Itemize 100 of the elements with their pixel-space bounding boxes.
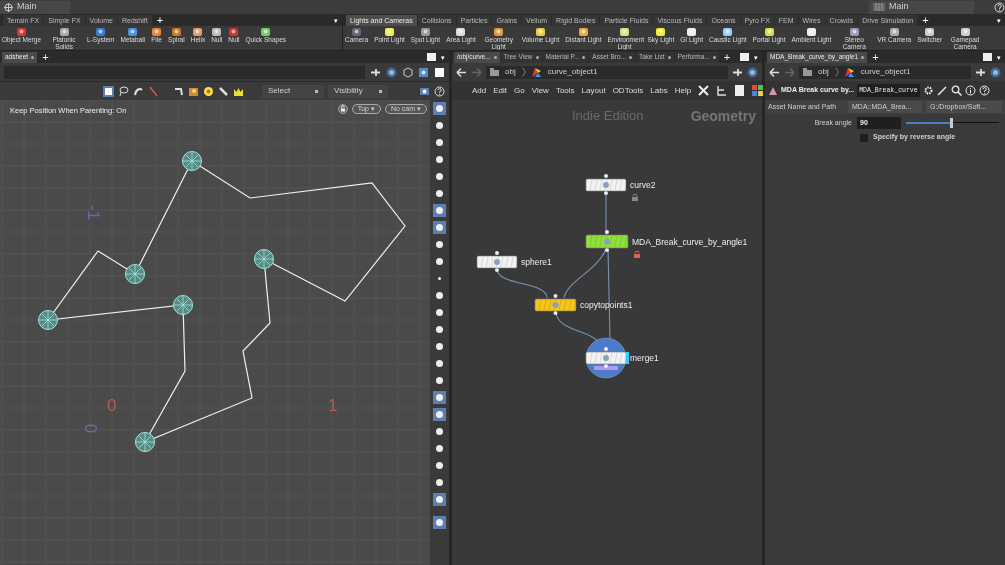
tool-icon[interactable] <box>16 27 27 37</box>
add-tab-button[interactable]: + <box>38 51 53 63</box>
search-icon[interactable] <box>950 85 962 96</box>
tool-icon[interactable] <box>763 27 775 37</box>
node-label: curve2 <box>630 180 656 190</box>
menu-item[interactable]: Tools <box>555 84 575 97</box>
note-icon[interactable] <box>734 85 746 96</box>
slider-thumb[interactable] <box>949 118 953 128</box>
help-icon[interactable] <box>434 85 445 97</box>
asset-icon <box>768 85 778 96</box>
tool-icon[interactable] <box>619 27 630 37</box>
tool-icon[interactable] <box>95 27 107 37</box>
crown-icon[interactable] <box>233 85 244 97</box>
node-label: merge1 <box>630 353 659 363</box>
menu-item[interactable]: ODTools <box>612 84 644 97</box>
node[interactable] <box>585 337 629 379</box>
info-icon[interactable] <box>964 85 976 96</box>
tool-icon[interactable] <box>151 27 163 37</box>
scene-icon[interactable] <box>418 66 429 78</box>
link-icon[interactable] <box>386 66 397 78</box>
tool-icon[interactable] <box>260 27 272 37</box>
close-icon[interactable] <box>861 55 865 59</box>
axis-label: 0 <box>82 423 100 434</box>
add-tab-button[interactable]: + <box>719 51 735 63</box>
tool-icon[interactable] <box>455 27 467 37</box>
tool-icon[interactable] <box>848 27 860 37</box>
tool-icon[interactable] <box>535 27 547 37</box>
chevron-icon <box>834 67 839 77</box>
tool-icon[interactable] <box>351 27 363 37</box>
close-icon[interactable] <box>628 55 632 59</box>
tree-icon[interactable] <box>716 85 728 96</box>
node[interactable] <box>534 294 577 315</box>
menu-item[interactable]: Layout <box>581 84 606 97</box>
close-icon[interactable] <box>31 55 35 59</box>
path-field[interactable]: obj curve_object1 <box>799 65 971 79</box>
back-arrow-icon[interactable] <box>769 66 780 78</box>
menu-item[interactable]: View <box>531 84 549 97</box>
close-icon[interactable] <box>493 55 497 59</box>
pose-icon[interactable] <box>173 85 184 97</box>
tool-icon[interactable] <box>58 27 70 37</box>
help-icon[interactable] <box>978 85 990 96</box>
tool-icon[interactable] <box>959 27 971 37</box>
caret-icon <box>379 89 382 93</box>
add-tab-button[interactable]: + <box>918 15 933 26</box>
checkbox[interactable] <box>860 133 868 142</box>
circle-icon[interactable] <box>433 476 446 489</box>
node[interactable] <box>476 251 519 272</box>
node[interactable] <box>585 230 629 252</box>
object-icon <box>844 67 855 77</box>
display-options-icon[interactable] <box>419 85 430 97</box>
add-tab-button[interactable]: + <box>868 51 883 63</box>
tool-icon[interactable] <box>228 27 240 37</box>
desktop-dropdown[interactable]: Main <box>869 0 974 14</box>
folder-icon <box>490 68 499 76</box>
tool-icon[interactable] <box>655 27 667 37</box>
folder-icon <box>803 68 812 76</box>
slider-track[interactable] <box>906 117 999 129</box>
help-icon[interactable] <box>994 1 1005 13</box>
tool-icon[interactable] <box>686 27 698 37</box>
select-mode-dropdown[interactable]: Select <box>262 84 324 98</box>
handle-icon[interactable] <box>218 85 229 97</box>
tools-icon[interactable] <box>698 85 710 96</box>
node[interactable] <box>585 174 628 195</box>
tool-icon[interactable] <box>924 27 936 37</box>
close-icon[interactable] <box>582 55 586 59</box>
gizmo-icon[interactable] <box>203 85 214 97</box>
close-icon[interactable] <box>667 55 671 59</box>
tool-icon[interactable] <box>577 27 589 37</box>
tool-icon[interactable] <box>722 27 734 37</box>
link-icon[interactable] <box>747 66 758 78</box>
node-label: copytopoints1 <box>580 300 633 310</box>
tool-icon[interactable] <box>170 27 182 37</box>
node-label: sphere1 <box>521 257 552 267</box>
tool-icon[interactable] <box>805 27 817 37</box>
menu-item[interactable]: Labs <box>650 84 668 97</box>
tool-icon[interactable] <box>888 27 900 37</box>
tool-icon[interactable] <box>192 27 204 37</box>
square-icon[interactable] <box>434 66 445 78</box>
link-icon[interactable] <box>990 66 1001 78</box>
menu-item[interactable]: Help <box>674 84 692 97</box>
menu-item[interactable]: Edit <box>493 84 508 97</box>
visibility-dropdown[interactable]: Visibility <box>328 84 388 98</box>
path-field[interactable]: obj curve_object1 <box>486 65 728 79</box>
tool-icon[interactable] <box>127 27 139 37</box>
menu-item[interactable]: Add <box>472 84 487 97</box>
back-arrow-icon[interactable] <box>456 66 467 78</box>
add-tab-button[interactable]: + <box>152 15 168 26</box>
tool-icon[interactable] <box>384 27 395 37</box>
palette-icon[interactable] <box>752 85 764 96</box>
select-box-icon[interactable] <box>103 85 114 97</box>
tool-icon[interactable] <box>211 27 223 37</box>
tool-icon[interactable] <box>420 27 431 37</box>
desktop-dropdown[interactable]: Main <box>0 0 70 14</box>
tool-icon[interactable] <box>493 27 505 37</box>
caret-icon <box>315 89 318 93</box>
gear-icon[interactable] <box>922 85 934 96</box>
menu-item[interactable]: Go <box>514 84 525 97</box>
lasso-icon[interactable] <box>118 85 129 97</box>
close-icon[interactable] <box>712 55 716 59</box>
close-icon[interactable] <box>535 55 539 59</box>
